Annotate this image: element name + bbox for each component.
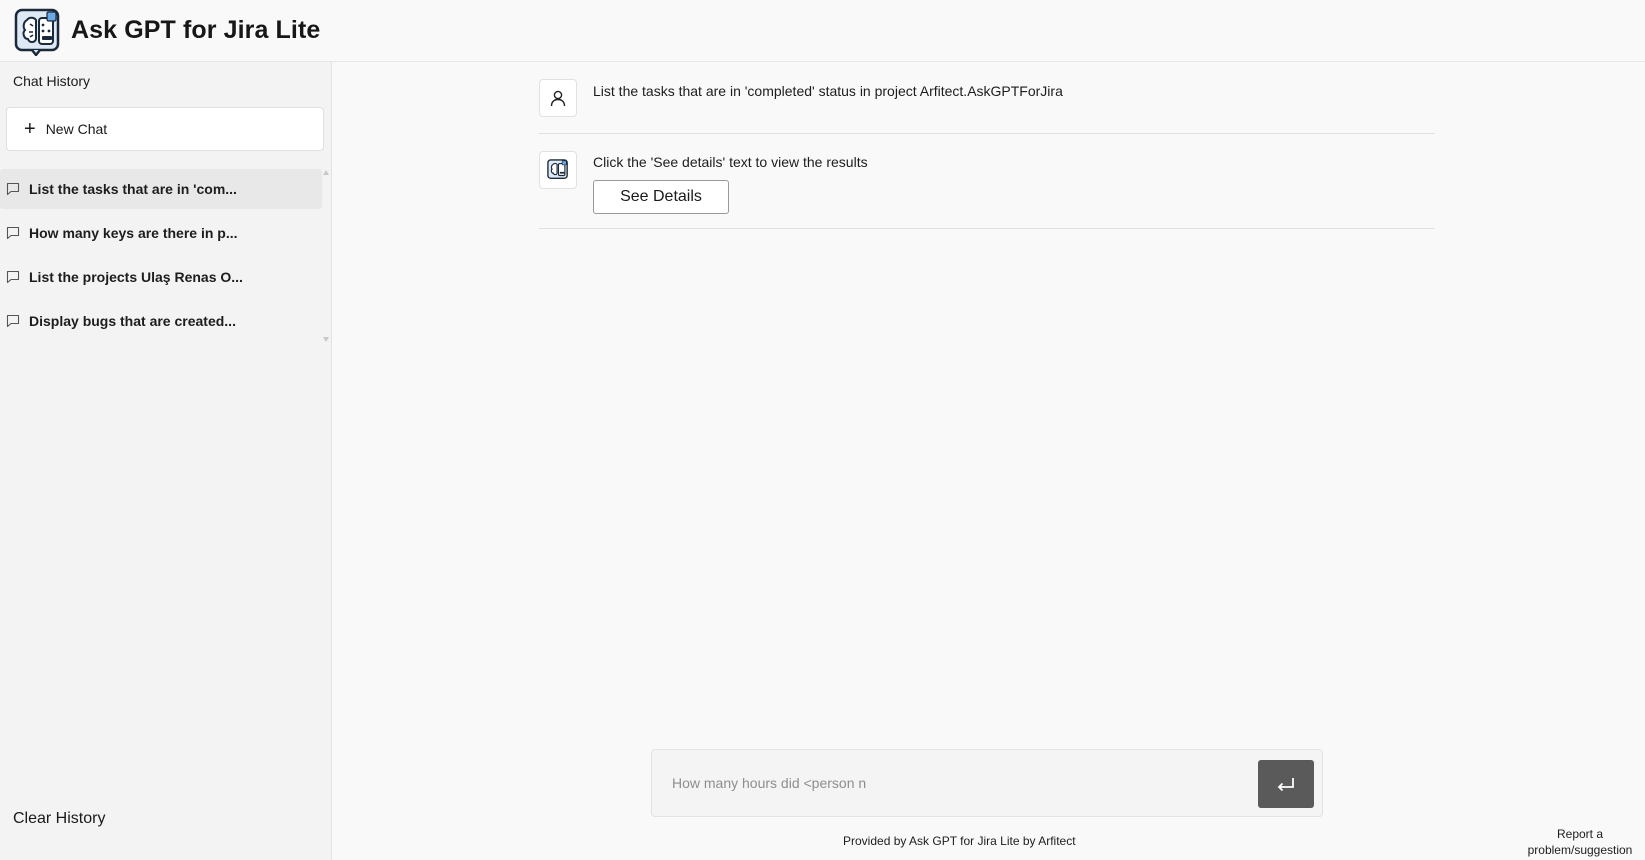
footer-credit: Provided by Ask GPT for Jira Lite by Arf… <box>843 834 1076 848</box>
history-item[interactable]: How many keys are there in p... <box>0 213 322 253</box>
chat-history-list: List the tasks that are in 'com... How m… <box>0 169 322 345</box>
chat-bubble-icon <box>6 226 20 240</box>
assistant-message-text: Click the 'See details' text to view the… <box>593 154 868 170</box>
message-composer <box>651 749 1323 817</box>
assistant-avatar <box>539 151 577 189</box>
see-details-button[interactable]: See Details <box>593 180 729 214</box>
user-icon <box>550 90 566 107</box>
user-message-text: List the tasks that are in 'completed' s… <box>593 83 1063 99</box>
question-input[interactable] <box>666 768 1226 798</box>
sidebar: Chat History + New Chat List the tasks t… <box>0 62 332 860</box>
history-item-label: List the projects Ulaş Renas O... <box>29 269 243 285</box>
history-item-label: How many keys are there in p... <box>29 225 238 241</box>
app-title: Ask GPT for Jira Lite <box>71 16 321 44</box>
user-message: List the tasks that are in 'completed' s… <box>539 78 1435 134</box>
history-item-label: Display bugs that are created... <box>29 313 236 329</box>
history-item[interactable]: Display bugs that are created... <box>0 301 322 341</box>
user-avatar <box>539 79 577 117</box>
assistant-message: Click the 'See details' text to view the… <box>539 148 1435 229</box>
history-item[interactable]: List the tasks that are in 'com... <box>0 169 322 209</box>
new-chat-button[interactable]: + New Chat <box>6 107 324 151</box>
history-item-label: List the tasks that are in 'com... <box>29 181 237 197</box>
clear-history-button[interactable]: Clear History <box>13 810 105 828</box>
app-header: Ask GPT for Jira Lite <box>0 0 1645 62</box>
plus-icon: + <box>24 118 36 140</box>
history-item[interactable]: List the projects Ulaş Renas O... <box>0 257 322 297</box>
app-logo-icon <box>14 8 60 56</box>
scroll-up-arrow-icon[interactable] <box>323 170 329 175</box>
scroll-down-arrow-icon[interactable] <box>323 337 329 342</box>
chat-history-heading: Chat History <box>13 73 91 89</box>
send-button[interactable] <box>1258 760 1314 808</box>
chat-bubble-icon <box>6 182 20 196</box>
chat-bubble-icon <box>6 270 20 284</box>
chat-bubble-icon <box>6 314 20 328</box>
report-problem-link[interactable]: Report a problem/suggestion <box>1518 826 1642 858</box>
enter-return-icon <box>1277 778 1294 792</box>
robot-brain-icon <box>547 159 568 179</box>
new-chat-label: New Chat <box>45 121 108 137</box>
